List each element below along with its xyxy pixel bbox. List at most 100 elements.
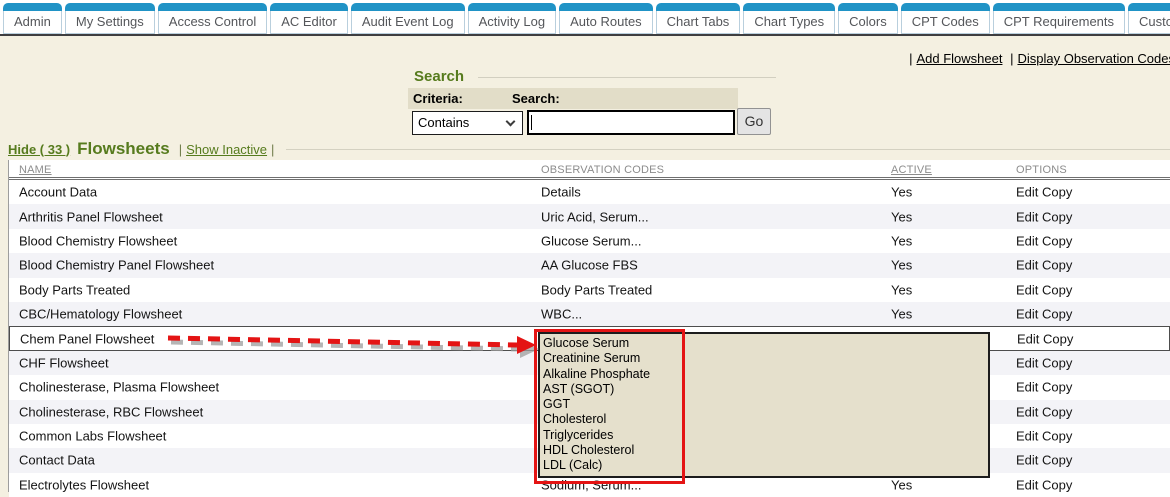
tab-chart-tabs[interactable]: Chart Tabs [656, 3, 741, 34]
flowsheet-name-cell: Arthritis Panel Flowsheet [19, 209, 163, 224]
table-row[interactable]: Account Data Details Yes Edit Copy [9, 180, 1170, 204]
table-row[interactable]: Blood Chemistry Panel Flowsheet AA Gluco… [9, 253, 1170, 277]
flowsheets-admin-page: { "tabs": ["Admin", "My Settings", "Acce… [0, 0, 1170, 492]
options-cell[interactable]: Edit Copy [1016, 477, 1072, 492]
tab-cpt-requirements[interactable]: CPT Requirements [993, 3, 1125, 34]
column-header-active[interactable]: ACTIVE [891, 164, 932, 176]
tab-accent-bar [468, 3, 556, 11]
tab-accent-bar [3, 3, 62, 11]
tab-accent-bar [901, 3, 990, 11]
tab-auto-routes[interactable]: Auto Routes [559, 3, 653, 34]
observation-codes-cell: Details [541, 185, 581, 200]
observation-codes-cell: Glucose Serum... [541, 233, 641, 248]
list-item: GGT [543, 397, 988, 412]
tab-accent-bar [993, 3, 1125, 11]
tab-custom-pharmacy[interactable]: Custom Pharmacy [1128, 3, 1170, 34]
options-cell[interactable]: Edit Copy [1016, 233, 1072, 248]
flowsheet-name-cell: Blood Chemistry Panel Flowsheet [19, 258, 214, 273]
criteria-selected-value: Contains [418, 115, 469, 130]
flowsheet-name-cell: Account Data [19, 185, 97, 200]
list-item: AST (SGOT) [543, 382, 988, 397]
flowsheet-name-cell: Electrolytes Flowsheet [19, 477, 149, 492]
tab-label: CPT Codes [901, 11, 990, 34]
show-inactive-link[interactable]: Show Inactive [186, 142, 267, 157]
tab-chart-types[interactable]: Chart Types [743, 3, 835, 34]
tab-cpt-codes[interactable]: CPT Codes [901, 3, 990, 34]
criteria-select[interactable]: Contains [412, 111, 523, 135]
options-cell[interactable]: Edit Copy [1016, 185, 1072, 200]
list-item: Creatinine Serum [543, 351, 988, 366]
tab-label: Custom Pharmacy [1128, 11, 1170, 34]
tab-accent-bar [1128, 3, 1170, 11]
tab-label: Chart Types [743, 11, 835, 34]
search-input[interactable] [527, 110, 735, 135]
tab-label: Admin [3, 11, 62, 34]
options-cell[interactable]: Edit Copy [1017, 331, 1073, 346]
display-observation-codes-link[interactable]: Display Observation Codes [1017, 51, 1170, 66]
observation-codes-cell: Body Parts Treated [541, 282, 652, 297]
table-header-row: NAME OBSERVATION CODES ACTIVE OPTIONS [9, 160, 1170, 180]
tab-accent-bar [351, 3, 465, 11]
tab-accent-bar [743, 3, 835, 11]
chevron-down-icon [506, 117, 516, 127]
options-cell[interactable]: Edit Copy [1016, 429, 1072, 444]
options-cell[interactable]: Edit Copy [1016, 307, 1072, 322]
search-legend: Search [414, 68, 464, 85]
tab-colors[interactable]: Colors [838, 3, 898, 34]
tab-accent-bar [65, 3, 155, 11]
observation-codes-cell: Uric Acid, Serum... [541, 209, 649, 224]
flowsheet-name-cell: Common Labs Flowsheet [19, 429, 166, 444]
search-label-band: Criteria: Search: [408, 88, 738, 109]
options-cell[interactable]: Edit Copy [1016, 282, 1072, 297]
header-links: |Add Flowsheet |Display Observation Code… [905, 51, 1170, 66]
text-caret [531, 115, 532, 130]
tab-activity-log[interactable]: Activity Log [468, 3, 556, 34]
column-header-name[interactable]: NAME [19, 164, 52, 176]
go-button[interactable]: Go [737, 108, 771, 135]
add-flowsheet-link[interactable]: Add Flowsheet [916, 51, 1002, 66]
table-row[interactable]: Body Parts Treated Body Parts Treated Ye… [9, 278, 1170, 302]
active-cell: Yes [891, 258, 912, 273]
criteria-label: Criteria: [413, 91, 463, 106]
list-item: Alkaline Phosphate [543, 367, 988, 382]
options-cell[interactable]: Edit Copy [1016, 258, 1072, 273]
table-row[interactable]: Blood Chemistry Flowsheet Glucose Serum.… [9, 229, 1170, 253]
observation-codes-cell: AA Glucose FBS [541, 258, 638, 273]
table-row[interactable]: CBC/Hematology Flowsheet WBC... Yes Edit… [9, 302, 1170, 326]
observation-codes-cell: Sodium, Serum... [541, 477, 641, 492]
flowsheet-name-cell: CHF Flowsheet [19, 355, 109, 370]
options-cell[interactable]: Edit Copy [1016, 404, 1072, 419]
active-cell: Yes [891, 307, 912, 322]
tab-accent-bar [559, 3, 653, 11]
tab-accent-bar [656, 3, 741, 11]
flowsheet-name-cell: Contact Data [19, 453, 95, 468]
tab-audit-event-log[interactable]: Audit Event Log [351, 3, 465, 34]
observation-codes-list: Glucose Serum Creatinine Serum Alkaline … [540, 334, 988, 474]
flowsheet-name-cell: Body Parts Treated [19, 282, 130, 297]
list-item: HDL Cholesterol [543, 443, 988, 458]
column-header-options: OPTIONS [1016, 164, 1067, 176]
list-item: Cholesterol [543, 412, 988, 427]
list-item: LDL (Calc) [543, 458, 988, 473]
flowsheet-name-cell: Cholinesterase, RBC Flowsheet [19, 404, 203, 419]
link-separator: | [1006, 51, 1017, 66]
top-tab-bar: Admin My Settings Access Control AC Edit… [0, 0, 1170, 36]
options-cell[interactable]: Edit Copy [1016, 453, 1072, 468]
hide-count-link[interactable]: Hide ( 33 ) [8, 142, 70, 157]
search-fieldset: Search Criteria: Search: Contains Go [408, 68, 776, 134]
flowsheet-name-cell: Blood Chemistry Flowsheet [19, 233, 177, 248]
tab-label: Auto Routes [559, 11, 653, 34]
tab-admin[interactable]: Admin [3, 3, 62, 34]
active-cell: Yes [891, 282, 912, 297]
search-label: Search: [512, 91, 560, 106]
options-cell[interactable]: Edit Copy [1016, 209, 1072, 224]
link-separator: | [905, 51, 916, 66]
table-row[interactable]: Arthritis Panel Flowsheet Uric Acid, Ser… [9, 204, 1170, 228]
tab-my-settings[interactable]: My Settings [65, 3, 155, 34]
tab-access-control[interactable]: Access Control [158, 3, 267, 34]
tab-ac-editor[interactable]: AC Editor [270, 3, 348, 34]
observation-codes-popup: Glucose Serum Creatinine Serum Alkaline … [538, 332, 990, 478]
options-cell[interactable]: Edit Copy [1016, 355, 1072, 370]
tab-label: Chart Tabs [656, 11, 741, 34]
options-cell[interactable]: Edit Copy [1016, 380, 1072, 395]
